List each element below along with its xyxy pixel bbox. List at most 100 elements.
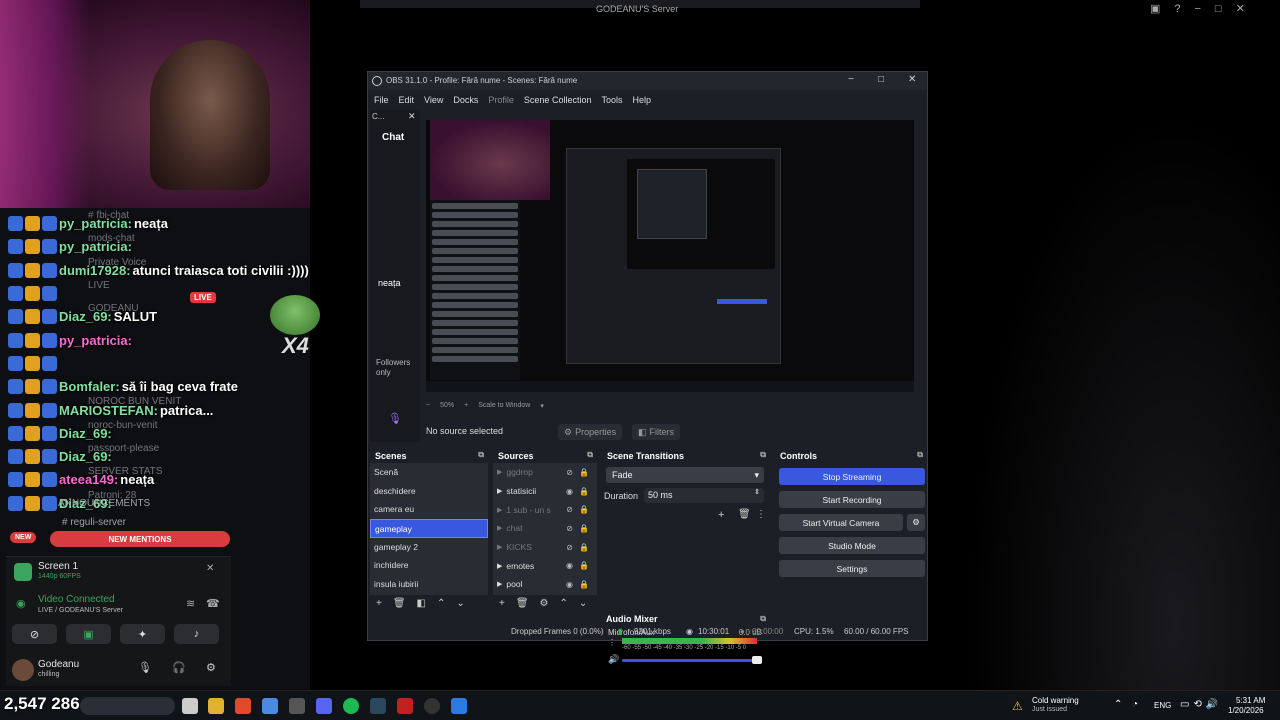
network-icon[interactable]: ◔ <box>1132 699 1138 710</box>
move-down-icon[interactable]: ⌄ <box>579 598 587 609</box>
task-view-icon[interactable] <box>182 698 198 714</box>
store-icon[interactable] <box>262 698 278 714</box>
chat-dock-header[interactable]: C... <box>372 112 384 121</box>
source-item[interactable]: ▶ KICKS ⊘ 🔒 <box>493 538 597 557</box>
app-icon[interactable] <box>424 698 440 714</box>
steam-icon[interactable] <box>370 698 386 714</box>
scale-to-window[interactable]: Scale to Window <box>478 402 530 410</box>
window-controls[interactable]: ▣?−□✕ <box>1150 2 1259 15</box>
chevron-up-icon[interactable]: ⌃ <box>1114 699 1122 710</box>
discord-icon[interactable] <box>316 698 332 714</box>
menu-help[interactable]: Help <box>632 95 651 105</box>
add-icon[interactable]: + <box>499 598 505 609</box>
voice-connected-title[interactable]: Video Connected <box>38 594 115 605</box>
lock-icon[interactable]: 🔒 <box>579 487 589 496</box>
obs-taskbar-icon[interactable] <box>289 698 305 714</box>
lock-icon[interactable]: 🔒 <box>579 561 589 570</box>
lock-icon[interactable]: 🔒 <box>579 505 589 514</box>
move-down-icon[interactable]: ⌄ <box>456 598 464 609</box>
more-icon[interactable]: ⋮ <box>756 509 766 520</box>
gear-icon[interactable]: ⚙ <box>540 598 549 609</box>
volume-knob[interactable] <box>752 656 762 664</box>
minimize-button[interactable]: − <box>848 74 854 85</box>
weather-warning[interactable]: Cold warning <box>1032 696 1079 705</box>
disconnect-icon[interactable]: ☎ <box>206 597 220 610</box>
zoom-in-icon[interactable]: + <box>464 402 468 410</box>
channel-reguli[interactable]: # reguli-server <box>62 517 126 528</box>
menu-tools[interactable]: Tools <box>601 95 622 105</box>
tray-icons[interactable]: ▭⟲🔊 <box>1180 699 1222 710</box>
language-indicator[interactable]: ENG <box>1154 701 1171 710</box>
menu-file[interactable]: File <box>374 95 389 105</box>
lock-icon[interactable]: 🔒 <box>579 543 589 552</box>
maximize-button[interactable]: □ <box>878 74 884 85</box>
obs-titlebar[interactable]: OBS 31.1.0 - Profile: Fără nume - Scenes… <box>368 72 927 90</box>
trash-icon[interactable]: 🗑 <box>738 509 751 520</box>
scene-item[interactable]: gameplay 2 <box>370 538 488 557</box>
clock-time[interactable]: 5:31 AM <box>1236 696 1265 705</box>
brave-icon[interactable] <box>235 698 251 714</box>
menu-view[interactable]: View <box>424 95 443 105</box>
mic-icon[interactable]: 🎙 <box>138 661 152 674</box>
source-item[interactable]: ▶ pool ◉ 🔒 <box>493 575 597 594</box>
eye-icon[interactable]: ◉ <box>566 580 573 589</box>
soundboard-button[interactable]: ♪ <box>174 624 219 644</box>
noise-suppression-icon[interactable]: ≋ <box>186 597 195 610</box>
new-mentions-button[interactable]: NEW MENTIONS <box>50 531 230 547</box>
close-button[interactable]: ✕ <box>908 74 916 85</box>
avatar[interactable] <box>12 659 34 681</box>
app-icon[interactable] <box>451 698 467 714</box>
scene-item-selected[interactable]: gameplay <box>370 519 488 538</box>
volume-slider[interactable] <box>622 659 757 662</box>
source-item[interactable]: ▶ emotes ◉ 🔒 <box>493 556 597 575</box>
scene-item[interactable]: Scenă <box>370 463 488 482</box>
lock-icon[interactable]: 🔒 <box>579 580 589 589</box>
scale-dropdown-icon[interactable]: ▾ <box>540 402 544 410</box>
headphones-icon[interactable]: 🎧 <box>172 661 186 674</box>
source-item[interactable]: ▶ 1 sub - un s ⊘ 🔒 <box>493 500 597 519</box>
transition-select[interactable]: Fade ▾ <box>606 467 764 483</box>
taskbar-search[interactable] <box>80 697 175 715</box>
eye-closed-icon[interactable]: ⊘ <box>566 543 573 552</box>
eye-closed-icon[interactable]: ⊘ <box>566 468 573 477</box>
trash-icon[interactable]: 🗑 <box>516 598 529 609</box>
virtual-camera-settings-icon[interactable]: ⚙ <box>907 514 925 531</box>
zoom-out-icon[interactable]: − <box>426 402 430 410</box>
start-recording-button[interactable]: Start Recording <box>779 491 925 508</box>
scene-item[interactable]: inchidere <box>370 556 488 575</box>
add-icon[interactable]: + <box>376 598 382 609</box>
duration-input[interactable]: 50 ms ⇕ <box>644 488 764 503</box>
stepper-icon[interactable]: ⇕ <box>754 488 760 496</box>
clock-date[interactable]: 1/20/2026 <box>1228 706 1264 715</box>
spotify-icon[interactable] <box>343 698 359 714</box>
properties-button[interactable]: ⚙ Properties <box>558 424 623 440</box>
chat-dock-close-icon[interactable]: ✕ <box>408 111 416 122</box>
move-up-icon[interactable]: ⌃ <box>560 598 568 609</box>
lock-icon[interactable]: 🔒 <box>579 524 589 533</box>
undock-icon[interactable]: ⧉ <box>917 450 923 460</box>
add-icon[interactable]: + <box>718 509 724 521</box>
preview-canvas[interactable] <box>426 120 914 392</box>
scene-item[interactable]: camera eu <box>370 500 488 519</box>
menu-edit[interactable]: Edit <box>399 95 415 105</box>
menu-docks[interactable]: Docks <box>453 95 478 105</box>
undock-icon[interactable]: ⧉ <box>587 450 593 460</box>
start-virtual-camera-button[interactable]: Start Virtual Camera <box>779 514 903 531</box>
filter-icon[interactable]: ◧ <box>417 598 426 609</box>
settings-gear-icon[interactable]: ⚙ <box>206 661 216 674</box>
lock-icon[interactable]: 🔒 <box>579 468 589 477</box>
settings-button[interactable]: Settings <box>779 560 925 577</box>
channel-announcements[interactable]: ANNOUNCEMENTS <box>58 498 150 509</box>
chat-mic-icon[interactable]: 🎙 <box>388 412 402 425</box>
source-item[interactable]: ▶ chat ⊘ 🔒 <box>493 519 597 538</box>
eye-closed-icon[interactable]: ⊘ <box>566 505 573 514</box>
menu-profile[interactable]: Profile <box>488 95 514 105</box>
file-explorer-icon[interactable] <box>208 698 224 714</box>
source-item[interactable]: ▶ statisicii ◉ 🔒 <box>493 482 597 501</box>
move-up-icon[interactable]: ⌃ <box>437 598 445 609</box>
trash-icon[interactable]: 🗑 <box>393 598 406 609</box>
camera-off-button[interactable]: ⊘ <box>12 624 57 644</box>
speaker-icon[interactable]: 🔊 <box>608 654 619 665</box>
source-item[interactable]: ▶ ggdrop ⊘ 🔒 <box>493 463 597 482</box>
undock-icon[interactable]: ⧉ <box>760 450 766 460</box>
